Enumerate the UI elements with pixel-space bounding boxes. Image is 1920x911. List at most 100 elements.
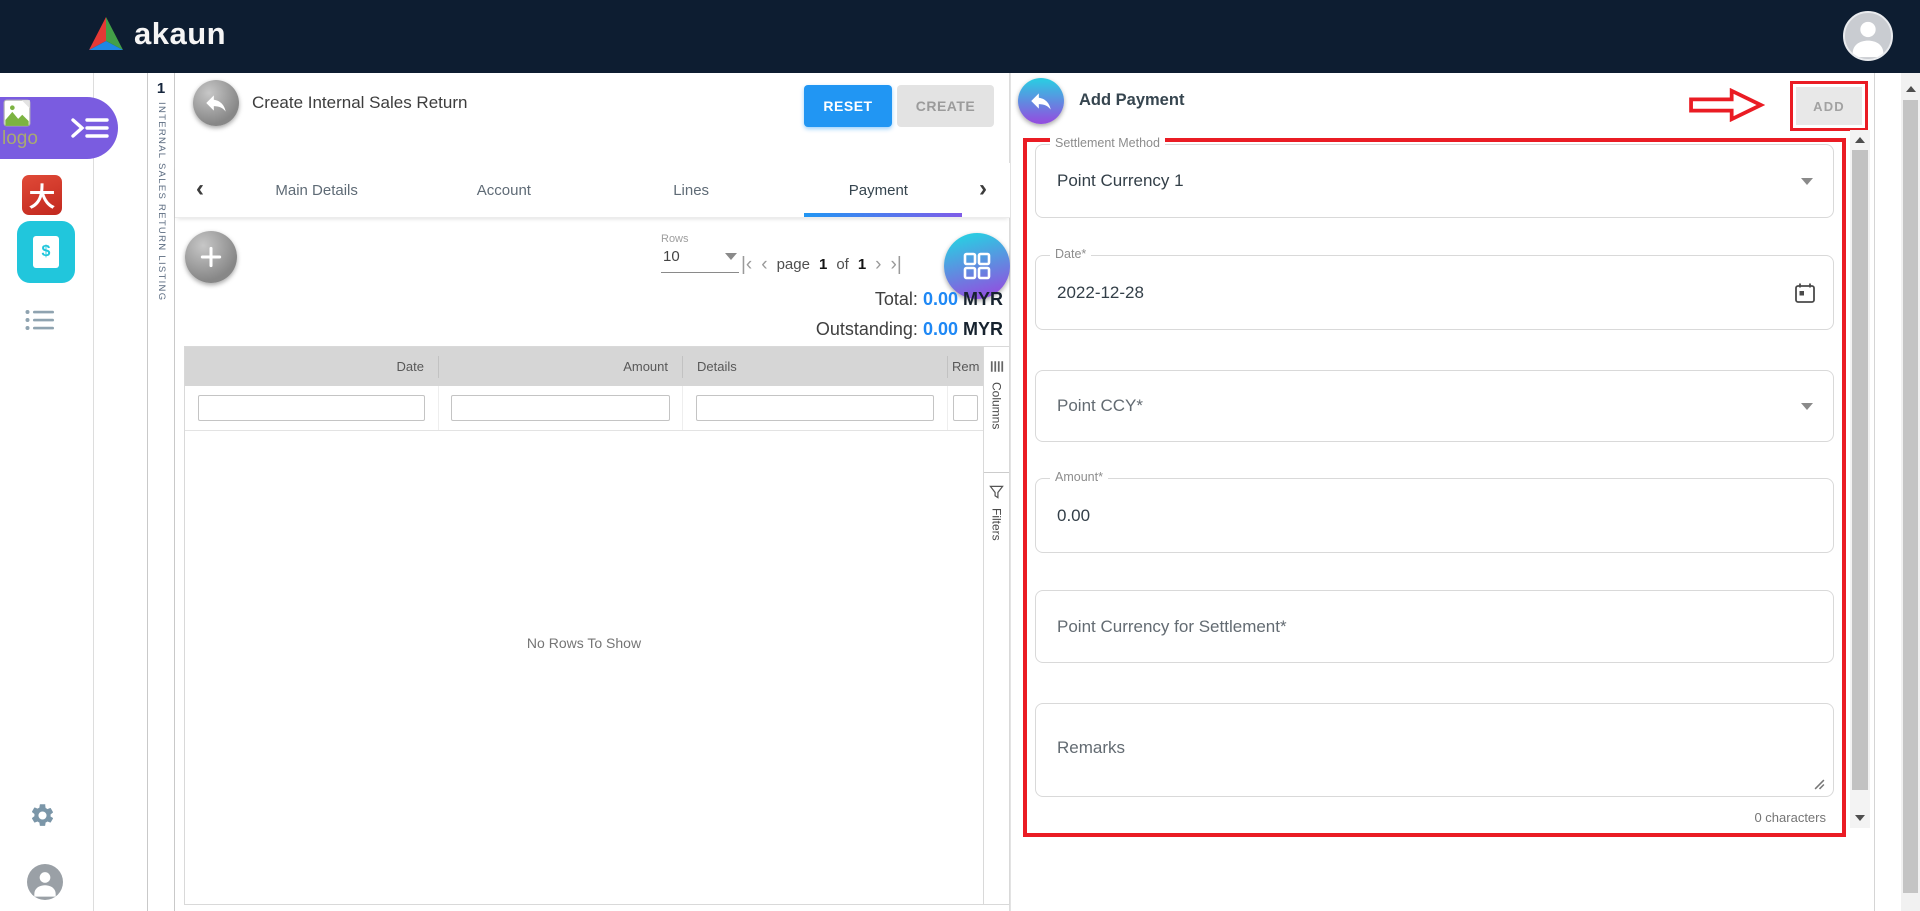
rows-per-page-select[interactable]: Rows 10 — [661, 233, 739, 273]
sidebar-profile-icon[interactable] — [27, 864, 63, 900]
filters-tool-tab[interactable]: Filters — [984, 473, 1009, 595]
last-page-button[interactable]: ›| — [891, 255, 902, 274]
column-header-date[interactable]: Date — [185, 359, 438, 374]
columns-tool-tab[interactable]: Columns — [984, 347, 1009, 473]
page-scrollbar[interactable] — [1901, 73, 1920, 911]
total-value: 0.00 — [923, 289, 958, 309]
rows-label: Rows — [661, 233, 739, 245]
date-field[interactable]: Date* 2022-12-28 — [1035, 255, 1834, 330]
filter-input-details[interactable] — [696, 395, 934, 421]
pagination: |‹ ‹ page 1 of 1 › ›| — [741, 251, 902, 277]
brand-logo: akaun — [86, 14, 226, 54]
calendar-icon[interactable] — [1793, 281, 1817, 305]
scroll-down-icon[interactable] — [1855, 815, 1865, 821]
reset-button[interactable]: RESET — [804, 85, 892, 127]
outstanding-value: 0.00 — [923, 319, 958, 339]
filter-input-amount[interactable] — [451, 395, 670, 421]
add-row-button[interactable] — [185, 231, 237, 283]
outstanding-amount: Outstanding: 0.00 MYR — [816, 319, 1003, 340]
brand-name: akaun — [134, 16, 226, 52]
sidebar-listing-icon[interactable] — [25, 309, 55, 331]
amount-field[interactable]: Amount* 0.00 — [1035, 478, 1834, 553]
filter-funnel-icon — [989, 485, 1004, 500]
create-button[interactable]: CREATE — [897, 85, 994, 127]
dropdown-arrow-icon — [1801, 403, 1813, 410]
total-currency: MYR — [963, 289, 1003, 309]
date-label: Date* — [1050, 247, 1091, 261]
da-glyph: 大 — [29, 177, 55, 214]
date-value: 2022-12-28 — [1057, 283, 1144, 303]
tabs-scroll-right-icon[interactable]: › — [970, 175, 996, 203]
sidebar-app-da-icon[interactable]: 大 — [22, 175, 62, 215]
page-word: page — [777, 256, 810, 273]
panel-scrollbar-thumb[interactable] — [1852, 150, 1868, 790]
akaun-triangle-icon — [86, 14, 126, 54]
point-ccy-select[interactable]: Point CCY* — [1035, 370, 1834, 442]
user-avatar[interactable] — [1843, 11, 1893, 61]
panel-back-button[interactable] — [1018, 78, 1064, 124]
point-ccy-placeholder: Point CCY* — [1057, 396, 1143, 416]
settings-gear-icon[interactable] — [29, 802, 56, 829]
grid-icon — [960, 249, 994, 283]
panel-title: Add Payment — [1079, 91, 1184, 110]
broken-image-icon — [3, 99, 31, 127]
remarks-textarea[interactable]: Remarks — [1035, 703, 1834, 797]
main-content: Create Internal Sales Return RESET CREAT… — [175, 73, 1010, 911]
total-pages-number: 1 — [858, 256, 866, 273]
workspace-logo-pill[interactable]: logo — [0, 97, 118, 159]
filters-tab-label: Filters — [990, 508, 1004, 541]
tab-main-details[interactable]: Main Details — [223, 163, 410, 218]
sidebar-app-billing-icon[interactable]: $ — [17, 221, 75, 283]
logo-placeholder-text: logo — [2, 128, 38, 150]
tab-bar: ‹ Main Details Account Lines Payment › — [175, 163, 1010, 218]
filter-input-date[interactable] — [198, 395, 426, 421]
dollar-document-icon: $ — [33, 236, 59, 268]
tab-lines[interactable]: Lines — [598, 163, 785, 218]
page-title: Create Internal Sales Return — [252, 93, 467, 113]
vertical-tab-internal-sales-return-listing[interactable]: 1 INTERNAL SALES RETURN LISTING — [147, 73, 175, 911]
add-payment-button[interactable]: ADD — [1796, 87, 1862, 125]
column-header-amount[interactable]: Amount — [438, 356, 682, 378]
outstanding-currency: MYR — [963, 319, 1003, 339]
vertical-tab-label: INTERNAL SALES RETURN LISTING — [156, 102, 167, 301]
outstanding-label: Outstanding: — [816, 319, 918, 339]
scroll-up-icon[interactable] — [1906, 86, 1916, 92]
scroll-up-icon[interactable] — [1855, 137, 1865, 143]
point-currency-settlement-field[interactable]: Point Currency for Settlement* — [1035, 590, 1834, 663]
settlement-method-value: Point Currency 1 — [1057, 171, 1184, 191]
resize-handle-icon[interactable] — [1814, 779, 1825, 790]
annotation-box-add: ADD — [1790, 81, 1868, 131]
settlement-method-select[interactable]: Settlement Method Point Currency 1 — [1035, 144, 1834, 218]
current-page-number: 1 — [819, 256, 827, 273]
table-side-tool-panel: Columns Filters — [984, 346, 1010, 905]
back-button[interactable] — [193, 80, 239, 126]
left-sidebar: logo 大 $ — [0, 73, 94, 911]
table-header-row: Date Amount Details Rem — [185, 347, 983, 386]
amount-label: Amount* — [1050, 470, 1108, 484]
active-tab-underline — [804, 213, 962, 217]
person-icon — [1845, 13, 1891, 59]
next-page-button[interactable]: › — [875, 255, 881, 274]
back-arrow-icon — [1028, 88, 1054, 114]
panel-scrollbar[interactable] — [1850, 130, 1870, 828]
tab-account[interactable]: Account — [410, 163, 597, 218]
column-header-remarks[interactable]: Rem — [947, 356, 983, 378]
add-payment-panel: Add Payment ADD Settlement Method Point … — [1010, 73, 1875, 911]
column-header-details[interactable]: Details — [682, 356, 947, 378]
menu-expand-icon[interactable] — [70, 113, 110, 143]
first-page-button[interactable]: |‹ — [741, 255, 752, 274]
dropdown-arrow-icon — [1801, 178, 1813, 185]
back-arrow-icon — [203, 90, 229, 116]
tab-payment[interactable]: Payment — [785, 163, 972, 218]
prev-page-button[interactable]: ‹ — [761, 255, 767, 274]
rows-dropdown-icon — [725, 253, 737, 260]
rows-value: 10 — [663, 248, 680, 265]
annotation-arrow-icon — [1687, 88, 1765, 122]
page-scrollbar-thumb[interactable] — [1903, 100, 1918, 893]
amount-value: 0.00 — [1057, 506, 1090, 526]
columns-icon — [990, 359, 1004, 374]
filter-input-remarks[interactable] — [953, 395, 977, 421]
empty-table-message: No Rows To Show — [185, 635, 983, 651]
point-currency-settlement-placeholder: Point Currency for Settlement* — [1057, 617, 1287, 637]
tabs-scroll-left-icon[interactable]: ‹ — [187, 175, 213, 203]
